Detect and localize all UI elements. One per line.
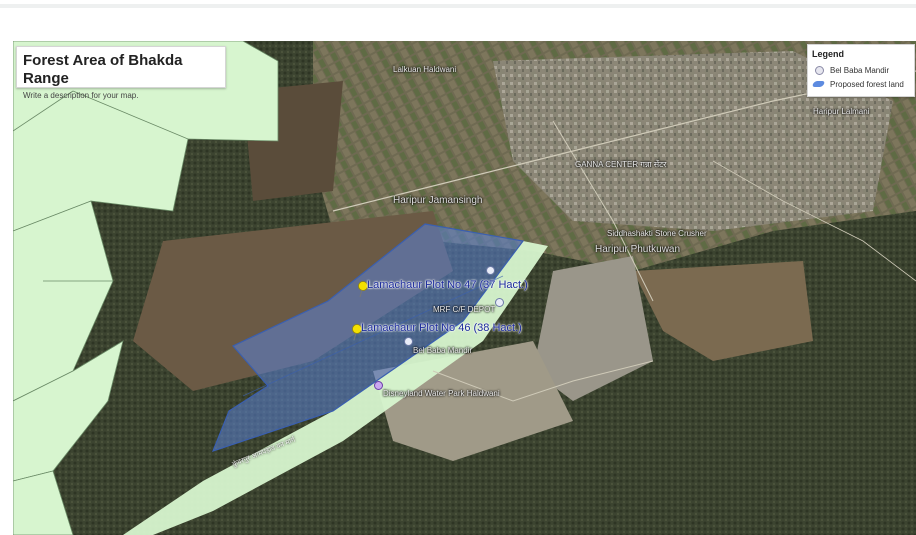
place-label-haripur-jamansingh: Haripur Jamansingh [393,195,483,206]
map-description[interactable]: Write a description for your map. [23,91,225,100]
top-divider [0,4,916,8]
map-view[interactable]: Lalkuan Haldwani Haripur Jamansingh GANN… [13,41,916,535]
place-label-haripur-phutkuwan: Haripur Phutkuwan [595,244,681,255]
bel-baba-mandir-marker-icon[interactable] [404,337,413,346]
place-label-ganna-center: GANNA CENTER गन्ना सेंटर [575,160,667,169]
legend-item-label: Bel Baba Mandir [830,65,890,75]
legend-title: Legend [812,49,845,59]
water-park-marker-icon[interactable] [374,381,383,390]
point-marker-icon [812,65,826,75]
legend-panel: Legend Bel Baba Mandir Proposed forest l… [807,44,915,97]
place-label-haripur-lalmani: Haripur Lalmani [813,107,870,116]
point-marker-icon[interactable] [486,266,495,275]
plot-label-47[interactable]: Lamachaur Plot No 47 (37 Hact.) [367,279,528,291]
polygon-icon [811,79,826,89]
legend-item-bel-baba-mandir[interactable]: Bel Baba Mandir [812,63,910,77]
place-label-top: Lalkuan Haldwani [393,65,457,74]
legend-item-proposed-forest-land[interactable]: Proposed forest land [811,77,910,91]
map-title-card: Forest Area of Bhakda Range Write a desc… [16,46,226,100]
legend-item-label: Proposed forest land [830,79,904,89]
map-title: Forest Area of Bhakda Range [23,52,183,87]
place-label-water-park: Disneyland Water Park Haldwani [383,389,500,398]
point-marker-icon[interactable] [495,298,504,307]
place-label-mrf-depot: MRF C/F DEPOT [433,305,496,314]
place-label-bel-baba-mandir: Bel Baba Mandir [413,346,473,355]
place-label-stone-crusher: Siddhashakti Stone Crusher [607,229,707,238]
plot-label-46[interactable]: Lamachaur Plot No 46 (38 Hact.) [361,322,522,334]
